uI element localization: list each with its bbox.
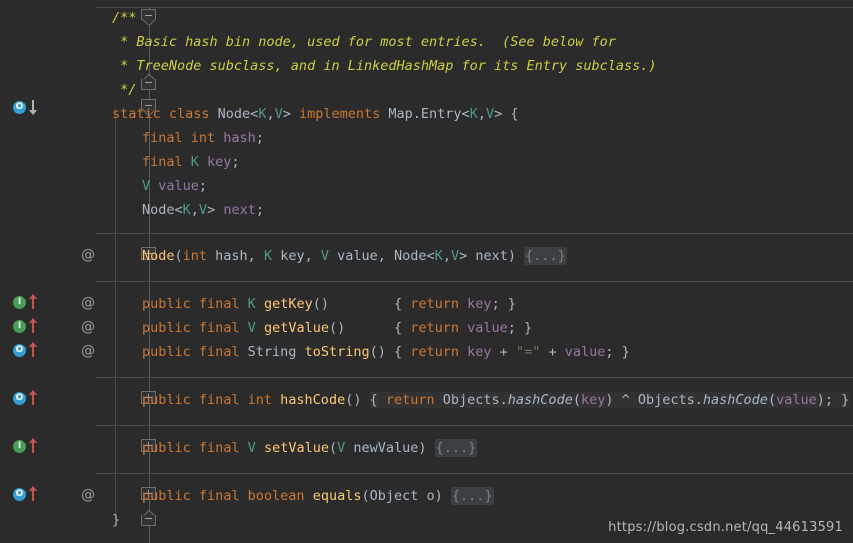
arrow-down-icon (28, 99, 37, 115)
method-separator (96, 7, 853, 8)
code-line-class-close: } (112, 512, 121, 528)
implements-icon: I (13, 296, 26, 309)
overrides-icon: O (13, 392, 26, 405)
overrides-marker-tostring[interactable]: O (13, 341, 39, 359)
indent-guide (115, 108, 116, 520)
folded-body-constructor[interactable]: {...} (524, 247, 567, 265)
implements-marker-setvalue[interactable]: I (13, 437, 39, 455)
code-line-getvalue: public final V getValue() { return value… (142, 320, 533, 336)
overrides-marker-equals[interactable]: O (13, 485, 39, 503)
code-content[interactable]: /** * Basic hash bin node, used for most… (96, 0, 853, 543)
code-line-setvalue: public final V setValue(V newValue) {...… (142, 439, 478, 457)
implementation-marker-node-class[interactable]: O (13, 98, 39, 116)
folded-body-setvalue[interactable]: {...} (434, 439, 478, 457)
implements-marker-getvalue[interactable]: I (13, 317, 39, 335)
code-line-field-key: final K key; (142, 154, 240, 170)
overrides-marker-hashcode[interactable]: O (13, 389, 39, 407)
method-separator (96, 233, 853, 234)
code-line-hashcode: public final int hashCode() { return Obj… (142, 392, 850, 408)
method-separator (96, 425, 853, 426)
gutter-annotation-column: @ @ @ @ @ (38, 0, 95, 543)
overridden-icon: O (13, 101, 26, 114)
code-editor: O I I O O I O @ @ @ @ @ /** * Basic hash… (0, 0, 853, 543)
arrow-up-icon (28, 342, 37, 358)
method-separator (96, 473, 853, 474)
arrow-up-icon (28, 390, 37, 406)
overrides-icon: O (13, 488, 26, 501)
code-line-javadoc-close: */ (112, 82, 137, 98)
javadoc-text-1: * Basic hash bin node, used for most ent… (112, 34, 616, 50)
overrides-icon: O (13, 344, 26, 357)
method-separator (96, 281, 853, 282)
implements-icon: I (13, 320, 26, 333)
arrow-up-icon (28, 486, 37, 502)
code-line-javadoc-open: /** (112, 10, 137, 26)
arrow-up-icon (28, 294, 37, 310)
code-line-class-decl: static class Node<K,V> implements Map.En… (112, 106, 519, 122)
code-line-javadoc-body-1: * Basic hash bin node, used for most ent… (112, 30, 616, 54)
code-line-getkey: public final K getKey() { return key; } (142, 296, 516, 312)
folded-body-equals[interactable]: {...} (450, 487, 494, 505)
code-line-equals: public final boolean equals(Object o) {.… (142, 487, 494, 505)
arrow-up-icon (28, 438, 37, 454)
code-line-field-hash: final int hash; (142, 130, 264, 146)
method-separator (96, 377, 853, 378)
javadoc-text-2: * TreeNode subclass, and in LinkedHashMa… (112, 58, 657, 74)
code-line-field-next: Node<K,V> next; (142, 202, 264, 218)
arrow-up-icon (28, 318, 37, 334)
code-line-tostring: public final String toString() { return … (142, 344, 630, 360)
implements-marker-getkey[interactable]: I (13, 293, 39, 311)
gutter-fold-column (68, 0, 156, 543)
implements-icon: I (13, 440, 26, 453)
watermark-url: https://blog.csdn.net/qq_44613591 (608, 520, 843, 535)
code-line-constructor: Node(int hash, K key, V value, Node<K,V>… (142, 247, 567, 265)
code-line-javadoc-body-2: * TreeNode subclass, and in LinkedHashMa… (112, 54, 657, 78)
code-line-field-value: V value; (142, 178, 208, 194)
gutter-marker-column: O I I O O I O (0, 0, 38, 543)
